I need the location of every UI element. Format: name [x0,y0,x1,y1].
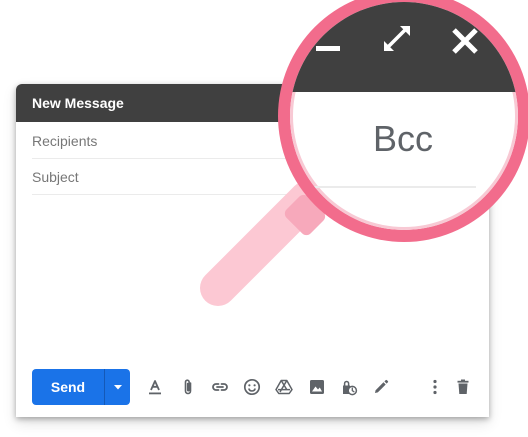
insert-link-icon [212,383,228,391]
full-screen-icon [384,26,410,51]
insert-photo-button[interactable] [305,375,329,399]
zoomed-title-bar [290,2,518,92]
insert-emoji-icon [243,378,261,396]
attach-file-icon [184,379,192,395]
format-text-icon [149,380,161,395]
zoomed-field-divider [304,186,476,188]
magnifier-lens: Bcc [290,2,518,230]
insert-photo-icon [310,380,324,394]
attach-files-button[interactable] [176,375,200,399]
minimize-icon [316,46,340,51]
send-button-group: Send [32,369,130,405]
compose-title: New Message [32,95,124,111]
insert-signature-button[interactable] [369,375,393,399]
discard-draft-button[interactable] [451,375,475,399]
insert-emoji-button[interactable] [240,375,264,399]
insert-drive-icon [275,379,293,395]
more-options-button[interactable] [423,375,447,399]
send-options-button[interactable] [104,369,130,405]
formatting-options-button[interactable] [143,375,167,399]
insert-drive-button[interactable] [272,375,296,399]
close-icon [452,28,478,54]
insert-link-button[interactable] [208,375,232,399]
confidential-mode-button[interactable] [337,375,361,399]
insert-signature-icon [375,379,389,393]
zoomed-bcc-label: Bcc [372,118,433,159]
confidential-mode-icon [343,380,358,396]
subject-placeholder: Subject [32,169,79,185]
discard-draft-icon [457,379,469,394]
recipients-placeholder: Recipients [32,133,98,149]
more-options-icon [433,379,437,395]
send-button[interactable]: Send [32,369,104,405]
caret-down-icon [113,385,122,390]
